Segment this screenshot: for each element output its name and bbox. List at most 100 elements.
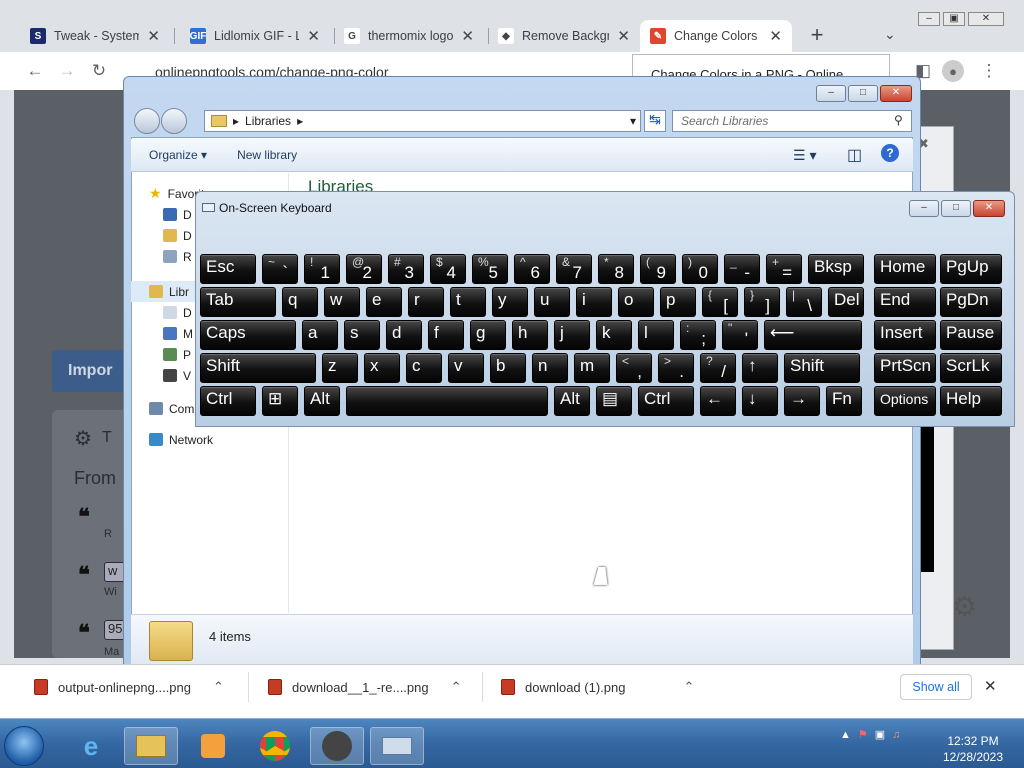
close-tab-icon[interactable]: ✕ (769, 27, 782, 45)
key[interactable]: ScrLk (940, 353, 1002, 383)
key[interactable]: d (386, 320, 422, 350)
show-all-button[interactable]: Show all (900, 674, 972, 700)
key[interactable]: Bksp (808, 254, 864, 284)
key[interactable]: t (450, 287, 486, 317)
maximize-button[interactable]: □ (848, 85, 878, 102)
download-item[interactable]: download (1).png ⌃ (501, 675, 694, 699)
key[interactable]: y (492, 287, 528, 317)
media-player-icon[interactable] (186, 727, 240, 765)
key[interactable]: Shift (200, 353, 316, 383)
tab-search-chevron-icon[interactable]: ⌄ (884, 26, 896, 43)
close-tab-icon[interactable]: ✕ (461, 27, 474, 45)
action-center-icon[interactable]: ⚑ (858, 728, 868, 741)
chevron-up-icon[interactable]: ⌃ (451, 679, 462, 695)
key[interactable]: Tab (200, 287, 276, 317)
key[interactable]: g (470, 320, 506, 350)
back-button[interactable] (134, 108, 160, 134)
key[interactable]: v (448, 353, 484, 383)
file-explorer-icon[interactable] (124, 727, 178, 765)
key[interactable]: @2 (346, 254, 382, 284)
key[interactable]: ▤ (596, 386, 632, 416)
key[interactable]: PgDn (940, 287, 1002, 317)
dropdown-icon[interactable]: ▾ (630, 114, 636, 128)
preview-pane-icon[interactable]: ◫ (847, 145, 862, 165)
key[interactable]: }] (744, 287, 780, 317)
browser-tab[interactable]: ✎ Change Colors ir ✕ (640, 20, 792, 52)
tray-expand-icon[interactable]: ▲ (840, 729, 851, 741)
key[interactable]: + = (766, 254, 802, 284)
key[interactable]: m (574, 353, 610, 383)
key[interactable]: Fn (826, 386, 862, 416)
key[interactable]: q (282, 287, 318, 317)
key[interactable]: ← (700, 386, 736, 416)
key[interactable]: {[ (702, 287, 738, 317)
key[interactable]: ) 0 (682, 254, 718, 284)
close-tab-icon[interactable]: ✕ (307, 27, 320, 45)
key[interactable]: c (406, 353, 442, 383)
key[interactable]: >. (658, 353, 694, 383)
key[interactable]: a (302, 320, 338, 350)
key[interactable]: j (554, 320, 590, 350)
browser-tab[interactable]: Gthermomix logo ✕ (334, 20, 484, 52)
key[interactable]: Pause (940, 320, 1002, 350)
reload-icon[interactable]: ↻ (86, 58, 112, 84)
key[interactable]: End (874, 287, 936, 317)
key[interactable]: Home (874, 254, 936, 284)
key[interactable]: l (638, 320, 674, 350)
key[interactable]: → (784, 386, 820, 416)
network-icon[interactable]: ▣ (875, 728, 885, 741)
app-icon[interactable] (310, 727, 364, 765)
key[interactable]: PrtScn (874, 353, 936, 383)
back-icon[interactable]: ← (22, 58, 48, 84)
minimize-button[interactable]: – (816, 85, 846, 102)
key[interactable]: Shift (784, 353, 860, 383)
address-bar[interactable]: ▸ Libraries ▸ ▾ (204, 110, 641, 132)
key[interactable]: r (408, 287, 444, 317)
key[interactable]: ^ 6 (514, 254, 550, 284)
refresh-button[interactable]: ↹ (644, 110, 666, 132)
key[interactable]: ↑ (742, 353, 778, 383)
key[interactable]: b (490, 353, 526, 383)
browser-tab[interactable]: GIF Lidlomix GIF - Lid ✕ (180, 20, 330, 52)
key[interactable]: o (618, 287, 654, 317)
key[interactable]: h (512, 320, 548, 350)
key[interactable]: p (660, 287, 696, 317)
breadcrumb-libraries[interactable]: Libraries (245, 114, 291, 128)
start-button[interactable] (4, 726, 44, 766)
key[interactable]: _ - (724, 254, 760, 284)
key[interactable]: Esc (200, 254, 256, 284)
download-item[interactable]: download__1_-re....png ⌃ (268, 675, 462, 699)
key[interactable]: e (366, 287, 402, 317)
view-options-icon[interactable]: ☰ ▾ (793, 147, 816, 164)
menu-icon[interactable]: ⋮ (976, 58, 1002, 84)
key[interactable]: :; (680, 320, 716, 350)
key[interactable]: Ctrl (200, 386, 256, 416)
key[interactable]: " ' (722, 320, 758, 350)
browser-tab[interactable]: S Tweak - System T ✕ (20, 20, 170, 52)
key[interactable]: k (596, 320, 632, 350)
key[interactable]: * 8 (598, 254, 634, 284)
nav-network[interactable]: Network (131, 429, 288, 450)
key[interactable]: Options (874, 386, 936, 416)
internet-explorer-icon[interactable]: e (64, 727, 118, 765)
minimize-button[interactable]: – (918, 12, 940, 26)
organize-button[interactable]: Organize ▾ (149, 148, 207, 162)
key[interactable]: ! 1 (304, 254, 340, 284)
key[interactable]: $4 (430, 254, 466, 284)
chrome-icon[interactable] (248, 727, 302, 765)
key[interactable]: n (532, 353, 568, 383)
key[interactable]: (9 (640, 254, 676, 284)
key[interactable]: Insert (874, 320, 936, 350)
key[interactable]: Alt (304, 386, 340, 416)
key[interactable]: Del (828, 287, 864, 317)
new-tab-button[interactable]: + (804, 22, 830, 48)
key[interactable]: f (428, 320, 464, 350)
key[interactable]: | \ (786, 287, 822, 317)
key[interactable]: x (364, 353, 400, 383)
new-library-button[interactable]: New library (237, 148, 297, 162)
key[interactable]: Alt (554, 386, 590, 416)
key[interactable]: & 7 (556, 254, 592, 284)
browser-tab[interactable]: ◆ Remove Backgrc ✕ (488, 20, 640, 52)
key[interactable]: #3 (388, 254, 424, 284)
key[interactable]: u (534, 287, 570, 317)
